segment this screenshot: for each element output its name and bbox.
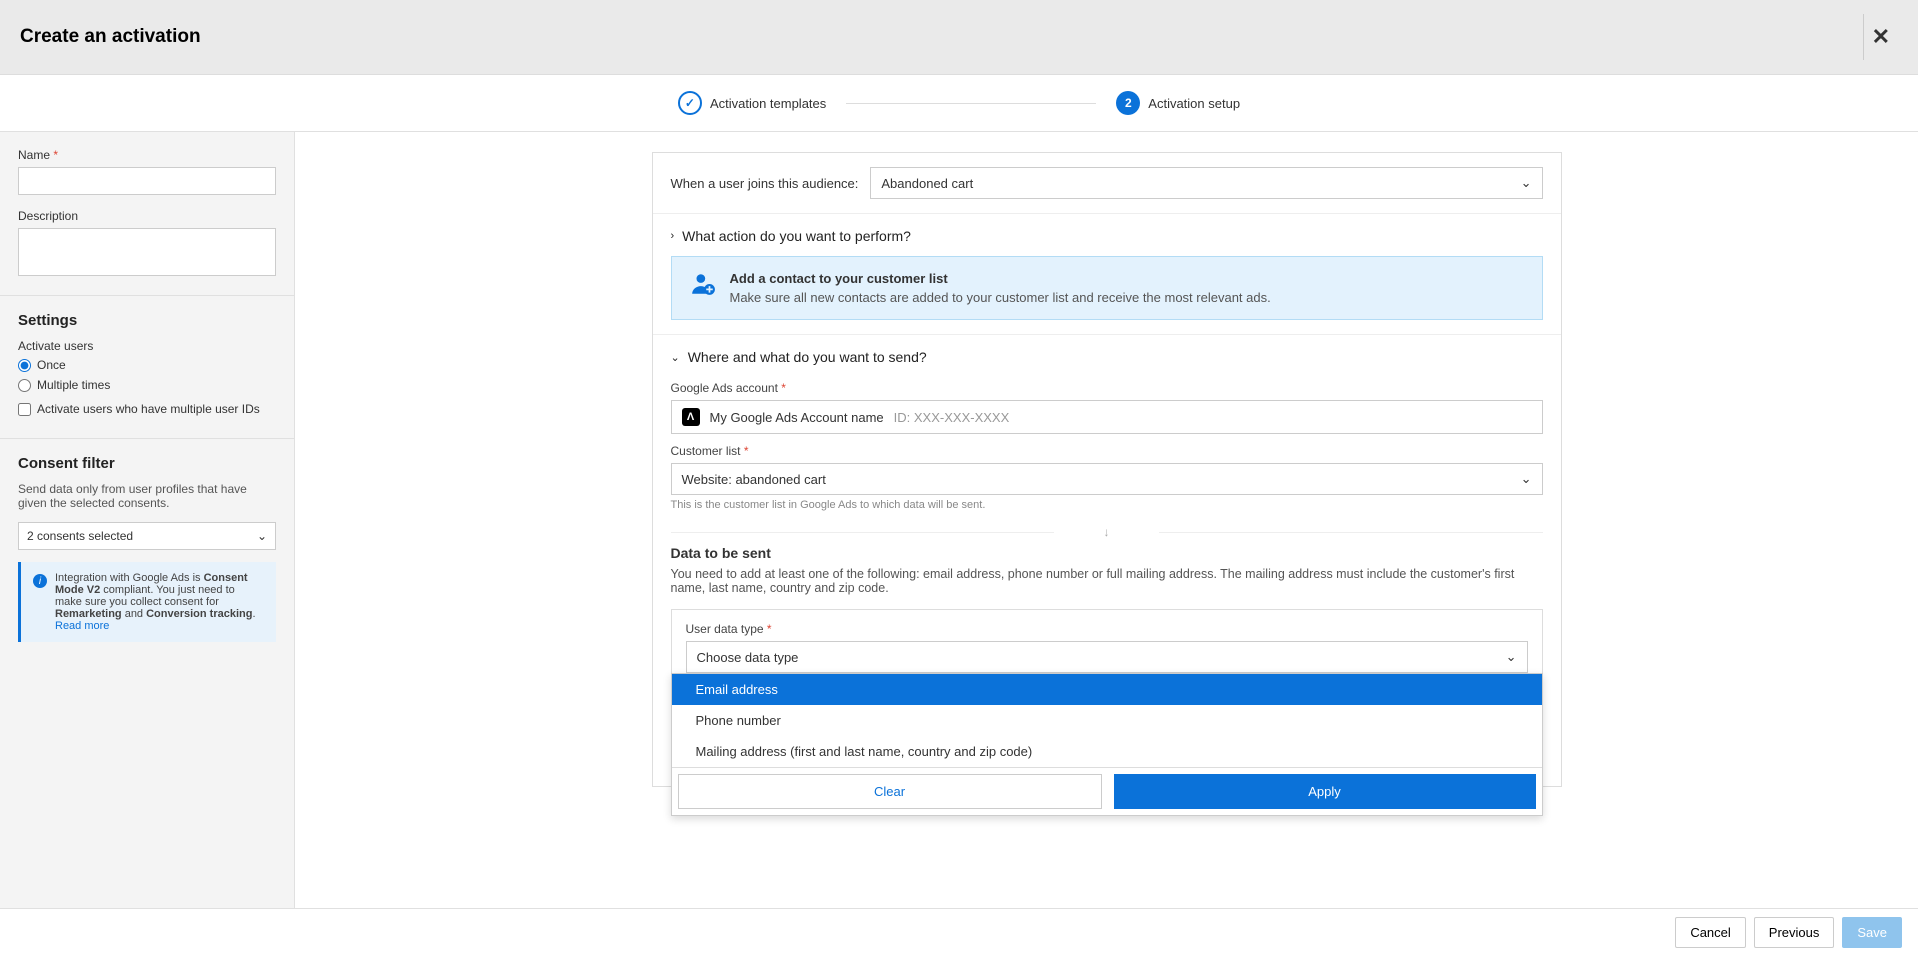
name-input[interactable] xyxy=(18,167,276,195)
apply-button[interactable]: Apply xyxy=(1114,774,1536,809)
step-templates[interactable]: ✓ Activation templates xyxy=(678,91,826,115)
main-content: When a user joins this audience: Abandon… xyxy=(295,132,1918,941)
checkbox-multi-ids-input[interactable] xyxy=(18,403,31,416)
step-setup[interactable]: 2 Activation setup xyxy=(1116,91,1240,115)
customer-list-label: Customer list * xyxy=(671,444,1543,458)
section-heading: What action do you want to perform? xyxy=(682,228,911,244)
radio-once-input[interactable] xyxy=(18,359,31,372)
description-input[interactable] xyxy=(18,228,276,276)
chevron-down-icon: ⌄ xyxy=(671,351,680,364)
customer-list-select[interactable]: Website: abandoned cart ⌄ xyxy=(671,463,1543,495)
user-plus-icon xyxy=(690,271,716,297)
chevron-down-icon: ⌄ xyxy=(1521,471,1532,487)
radio-multiple-input[interactable] xyxy=(18,379,31,392)
data-sent-heading: Data to be sent xyxy=(671,545,1543,561)
action-description: Make sure all new contacts are added to … xyxy=(730,290,1271,305)
page-header: Create an activation ✕ xyxy=(0,0,1918,75)
data-type-dropdown: Email address Phone number Mailing addre… xyxy=(671,673,1543,816)
customer-list-value: Website: abandoned cart xyxy=(682,472,1511,487)
consent-description: Send data only from user profiles that h… xyxy=(18,482,276,510)
google-ads-icon: Λ xyxy=(682,408,700,426)
clear-button[interactable]: Clear xyxy=(678,774,1102,809)
chevron-right-icon: › xyxy=(671,230,675,242)
step-number: 2 xyxy=(1116,91,1140,115)
cancel-button[interactable]: Cancel xyxy=(1675,917,1745,948)
option-mailing[interactable]: Mailing address (first and last name, co… xyxy=(672,736,1542,767)
description-label: Description xyxy=(18,209,276,223)
consent-select[interactable]: 2 consents selected ⌄ xyxy=(18,522,276,550)
option-email[interactable]: Email address xyxy=(672,674,1542,705)
google-account-label: Google Ads account * xyxy=(671,381,1543,395)
where-section-toggle[interactable]: ⌄ Where and what do you want to send? xyxy=(671,349,1543,365)
save-button[interactable]: Save xyxy=(1842,917,1902,948)
setup-panel: When a user joins this audience: Abandon… xyxy=(652,152,1562,787)
step-label: Activation templates xyxy=(710,96,826,111)
page-title: Create an activation xyxy=(20,26,201,48)
read-more-link[interactable]: Read more xyxy=(55,620,109,632)
data-sent-description: You need to add at least one of the foll… xyxy=(671,567,1543,595)
chevron-down-icon: ⌄ xyxy=(257,529,267,543)
name-label: Name * xyxy=(18,148,276,162)
account-name: My Google Ads Account name xyxy=(710,410,884,425)
settings-heading: Settings xyxy=(18,312,276,329)
radio-label: Once xyxy=(37,358,66,372)
info-icon: i xyxy=(33,574,47,588)
close-button[interactable]: ✕ xyxy=(1863,14,1898,60)
google-account-select[interactable]: Λ My Google Ads Account name ID: XXX-XXX… xyxy=(671,400,1543,434)
option-phone[interactable]: Phone number xyxy=(672,705,1542,736)
user-data-type-select[interactable]: Choose data type ⌄ xyxy=(686,641,1528,673)
step-label: Activation setup xyxy=(1148,96,1240,111)
audience-select[interactable]: Abandoned cart ⌄ xyxy=(870,167,1542,199)
checkbox-multi-ids[interactable]: Activate users who have multiple user ID… xyxy=(18,402,276,416)
previous-button[interactable]: Previous xyxy=(1754,917,1835,948)
checkbox-label: Activate users who have multiple user ID… xyxy=(37,402,260,416)
data-type-block: User data type * Choose data type ⌄ Emai… xyxy=(671,609,1543,686)
action-title: Add a contact to your customer list xyxy=(730,271,1271,286)
sidebar: Name * Description Settings Activate use… xyxy=(0,132,295,941)
section-heading: Where and what do you want to send? xyxy=(688,349,927,365)
radio-once[interactable]: Once xyxy=(18,358,276,372)
chevron-down-icon: ⌄ xyxy=(1521,175,1532,191)
trigger-label: When a user joins this audience: xyxy=(671,176,859,191)
step-divider xyxy=(846,103,1096,104)
consent-info-box: i Integration with Google Ads is Consent… xyxy=(18,562,276,642)
divider-arrow: ↓ xyxy=(671,525,1543,539)
chevron-down-icon: ⌄ xyxy=(1506,649,1517,665)
consent-select-value: 2 consents selected xyxy=(27,529,133,543)
consent-heading: Consent filter xyxy=(18,455,276,472)
action-card: Add a contact to your customer list Make… xyxy=(671,256,1543,320)
action-section-toggle[interactable]: › What action do you want to perform? xyxy=(671,228,1543,244)
footer: Cancel Previous Save xyxy=(0,908,1918,956)
radio-multiple[interactable]: Multiple times xyxy=(18,378,276,392)
select-placeholder: Choose data type xyxy=(697,650,799,665)
account-id: ID: XXX-XXX-XXXX xyxy=(894,410,1010,425)
check-icon: ✓ xyxy=(678,91,702,115)
customer-list-help: This is the customer list in Google Ads … xyxy=(671,499,1543,511)
activate-users-label: Activate users xyxy=(18,339,276,353)
radio-label: Multiple times xyxy=(37,378,110,392)
audience-select-value: Abandoned cart xyxy=(881,176,973,191)
user-data-type-label: User data type * xyxy=(686,622,1528,636)
stepper: ✓ Activation templates 2 Activation setu… xyxy=(0,75,1918,132)
